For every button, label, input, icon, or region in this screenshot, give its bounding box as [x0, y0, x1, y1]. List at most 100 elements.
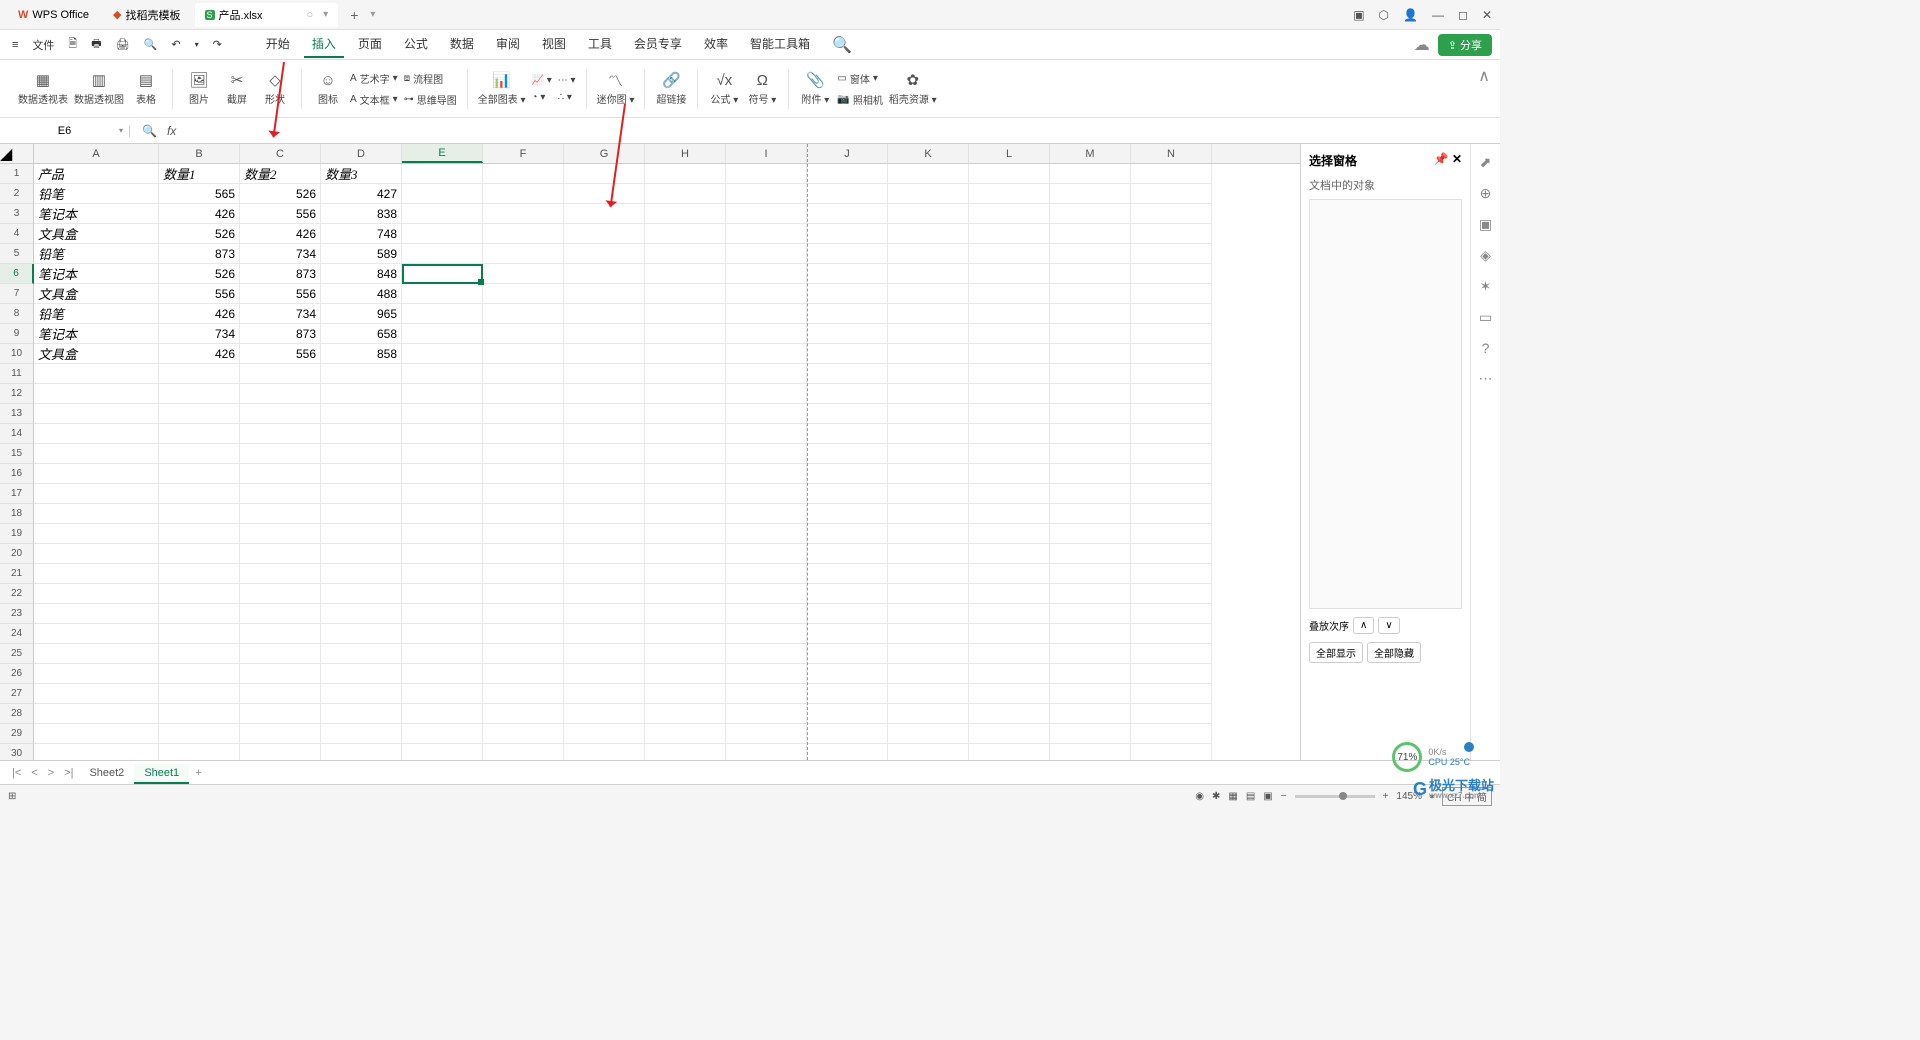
sheet-nav-next[interactable]: >	[44, 767, 58, 779]
cell[interactable]	[888, 304, 969, 324]
cell[interactable]	[34, 444, 159, 464]
cell[interactable]	[726, 464, 807, 484]
row-header-20[interactable]: 20	[0, 544, 34, 564]
view-break-icon[interactable]: ▣	[1263, 791, 1272, 802]
cell[interactable]: 铅笔	[34, 304, 159, 324]
cell[interactable]: 文具盒	[34, 224, 159, 244]
print-icon[interactable]: 🖨	[112, 36, 134, 53]
picture-button[interactable]: 🖼图片	[183, 71, 215, 106]
cell[interactable]: 426	[240, 224, 321, 244]
undo-button[interactable]: ↶	[167, 36, 184, 53]
cell[interactable]	[726, 504, 807, 524]
cell[interactable]	[888, 464, 969, 484]
cell[interactable]	[34, 524, 159, 544]
cell[interactable]	[807, 724, 888, 744]
cell[interactable]	[969, 564, 1050, 584]
tab-menu[interactable]: ▾	[370, 9, 375, 20]
cell[interactable]	[321, 724, 402, 744]
cell[interactable]	[645, 284, 726, 304]
cell[interactable]	[726, 324, 807, 344]
cell[interactable]: 笔记本	[34, 324, 159, 344]
cell[interactable]	[645, 744, 726, 760]
cell[interactable]	[240, 384, 321, 404]
symbol-button[interactable]: Ω符号 ▾	[746, 71, 778, 106]
cell[interactable]	[321, 484, 402, 504]
row-header-28[interactable]: 28	[0, 704, 34, 724]
cell[interactable]	[564, 724, 645, 744]
cell[interactable]	[402, 344, 483, 364]
cell[interactable]	[240, 424, 321, 444]
cell[interactable]	[807, 224, 888, 244]
zoom-out-button[interactable]: −	[1281, 791, 1287, 802]
col-header-H[interactable]: H	[645, 144, 726, 163]
sheet-tab-Sheet2[interactable]: Sheet2	[79, 764, 134, 782]
cell[interactable]	[321, 544, 402, 564]
cell[interactable]	[402, 224, 483, 244]
cell[interactable]	[483, 164, 564, 184]
cell[interactable]: 965	[321, 304, 402, 324]
cell[interactable]	[321, 364, 402, 384]
cell[interactable]	[645, 584, 726, 604]
cell[interactable]	[645, 444, 726, 464]
resource-button[interactable]: ✿稻壳资源 ▾	[889, 71, 937, 106]
cell[interactable]	[726, 244, 807, 264]
cell[interactable]	[564, 704, 645, 724]
cell[interactable]	[321, 704, 402, 724]
cell[interactable]	[321, 404, 402, 424]
cell[interactable]	[1131, 304, 1212, 324]
cell[interactable]	[726, 304, 807, 324]
cell[interactable]	[1050, 724, 1131, 744]
cell[interactable]	[321, 644, 402, 664]
cell[interactable]	[807, 484, 888, 504]
cell[interactable]	[1050, 264, 1131, 284]
cell[interactable]	[807, 424, 888, 444]
app-tab-template[interactable]: ◆ 找稻壳模板	[103, 3, 190, 27]
order-down-button[interactable]: ∨	[1378, 617, 1399, 634]
col-header-N[interactable]: N	[1131, 144, 1212, 163]
cell[interactable]	[1131, 464, 1212, 484]
cell[interactable]	[321, 424, 402, 444]
cell[interactable]	[483, 264, 564, 284]
menu-tab-2[interactable]: 页面	[350, 31, 390, 58]
pivot-chart-button[interactable]: ▥数据透视图	[74, 71, 124, 106]
cell[interactable]	[483, 484, 564, 504]
cell[interactable]	[969, 424, 1050, 444]
status-icon[interactable]: ⊞	[8, 791, 16, 802]
cell[interactable]	[645, 724, 726, 744]
sheet-nav-prev[interactable]: <	[27, 767, 41, 779]
cell[interactable]	[888, 344, 969, 364]
row-header-27[interactable]: 27	[0, 684, 34, 704]
cell[interactable]	[1050, 284, 1131, 304]
cell[interactable]	[34, 404, 159, 424]
more-icon[interactable]: ⋯	[1479, 370, 1493, 387]
cell[interactable]	[34, 744, 159, 760]
cell[interactable]	[645, 544, 726, 564]
cell[interactable]	[888, 264, 969, 284]
cell[interactable]	[726, 644, 807, 664]
cell[interactable]	[1050, 164, 1131, 184]
cell[interactable]: 734	[240, 304, 321, 324]
cell[interactable]: 526	[240, 184, 321, 204]
close-button[interactable]: ✕	[1482, 8, 1492, 22]
cell[interactable]	[726, 284, 807, 304]
cell[interactable]	[645, 204, 726, 224]
cell[interactable]	[888, 244, 969, 264]
cell[interactable]	[483, 524, 564, 544]
cell[interactable]	[969, 324, 1050, 344]
cell[interactable]	[402, 664, 483, 684]
cell[interactable]	[564, 424, 645, 444]
cell[interactable]	[1131, 484, 1212, 504]
cell[interactable]	[1050, 304, 1131, 324]
cell[interactable]	[483, 444, 564, 464]
cell[interactable]	[34, 724, 159, 744]
cell[interactable]	[159, 544, 240, 564]
cell[interactable]	[1131, 724, 1212, 744]
cell[interactable]	[807, 304, 888, 324]
close-icon[interactable]: ▾	[323, 9, 328, 20]
cell[interactable]	[1131, 404, 1212, 424]
cell[interactable]	[1050, 524, 1131, 544]
cell[interactable]	[483, 724, 564, 744]
cell[interactable]	[888, 604, 969, 624]
cell[interactable]	[564, 544, 645, 564]
cell[interactable]	[483, 644, 564, 664]
